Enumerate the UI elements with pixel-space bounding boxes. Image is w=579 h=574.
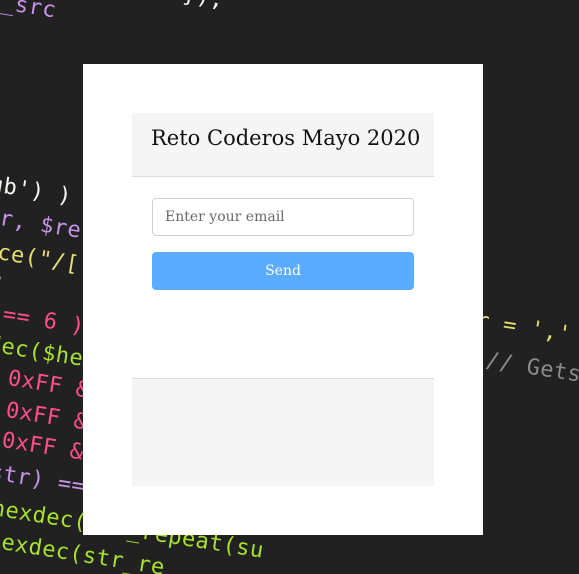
card-header: Reto Coderos Mayo 2020 [132, 113, 434, 177]
code-line: r = ',' [474, 308, 574, 348]
code-line: }); [181, 0, 226, 13]
code-line: tr, $re [0, 204, 84, 244]
form-card: Reto Coderos Mayo 2020 Send [83, 64, 483, 535]
send-button[interactable]: Send [152, 252, 414, 290]
code-line: // Gets [484, 348, 579, 388]
email-input[interactable] [152, 198, 414, 236]
code-line: g_src [0, 0, 58, 24]
code-line: gb') ) [0, 172, 74, 210]
card-footer [132, 378, 434, 486]
card-title: Reto Coderos Mayo 2020 [151, 126, 421, 150]
code-line: == 6 ) [1, 302, 87, 340]
code-line: ace("/[ [0, 238, 82, 278]
code-line: 0xFF & [6, 366, 92, 404]
code-line: str) == [0, 460, 88, 500]
code-line: ; [0, 268, 8, 295]
